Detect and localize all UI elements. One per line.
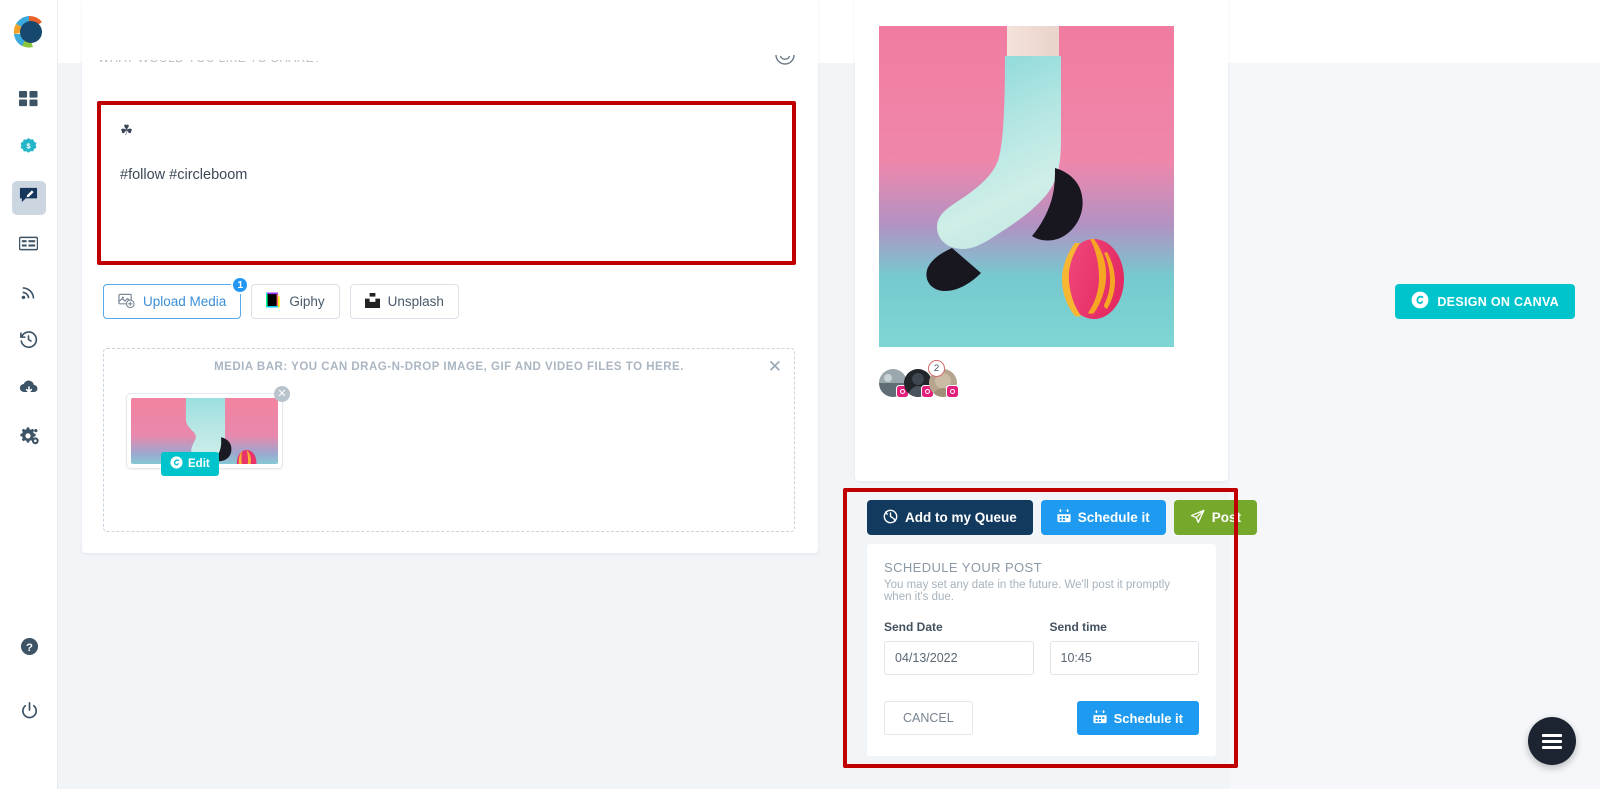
media-thumbnail[interactable]: ✕ Edit: [126, 386, 290, 476]
upload-media-label: Upload Media: [143, 294, 227, 309]
dollar-badge-icon: $: [19, 138, 38, 162]
upload-media-badge: 1: [231, 276, 250, 294]
send-time-input[interactable]: [1049, 641, 1199, 675]
send-time-label: Send time: [1049, 620, 1107, 634]
post-action-buttons: Add to my Queue Schedule it Post: [867, 500, 1258, 535]
media-bar[interactable]: MEDIA BAR: YOU CAN DRAG-N-DROP IMAGE, GI…: [103, 348, 795, 532]
schedule-submit-label: Schedule it: [1113, 710, 1183, 726]
svg-text:?: ?: [26, 642, 33, 654]
schedule-form-subtitle: You may set any date in the future. We'l…: [884, 579, 1171, 603]
schedule-form-title: SCHEDULE YOUR POST: [884, 560, 1042, 575]
close-icon[interactable]: ✕: [768, 358, 782, 375]
send-time-field: Send time: [1049, 620, 1199, 675]
add-to-queue-label: Add to my Queue: [905, 510, 1017, 525]
design-on-canva-label: DESIGN ON CANVA: [1437, 294, 1559, 309]
giphy-button[interactable]: Giphy: [251, 284, 340, 319]
circleboom-logo[interactable]: [9, 12, 49, 52]
design-on-canva-button[interactable]: DESIGN ON CANVA: [1395, 284, 1575, 319]
sidebar-item-dashboard[interactable]: [12, 85, 46, 119]
emoji-smiley-icon[interactable]: [772, 55, 798, 81]
schedule-form-footer: CANCEL Schedule it: [884, 701, 1199, 735]
left-sidebar: $ ?: [0, 0, 58, 789]
sidebar-item-downloads[interactable]: [12, 373, 46, 407]
menu-fab[interactable]: [1528, 717, 1576, 765]
sidebar-item-rss[interactable]: [12, 277, 46, 311]
media-bar-title: MEDIA BAR: YOU CAN DRAG-N-DROP IMAGE, GI…: [214, 361, 684, 373]
instagram-icon: [946, 385, 959, 398]
rss-icon: [20, 283, 38, 306]
composer-header-text: WHAT WOULD YOU LIKE TO SHARE?: [98, 60, 398, 65]
sidebar-item-history[interactable]: [12, 325, 46, 359]
schedule-form: SCHEDULE YOUR POST You may set any date …: [867, 544, 1216, 756]
sidebar-item-help[interactable]: ?: [12, 632, 46, 666]
calendar-icon: [1093, 709, 1107, 727]
gears-icon: [19, 426, 39, 451]
giphy-label: Giphy: [289, 294, 325, 309]
sidebar-item-logout[interactable]: [12, 696, 46, 730]
preview-panel: 2: [855, 0, 1228, 481]
unsplash-label: Unsplash: [387, 294, 444, 309]
upload-media-button[interactable]: Upload Media 1: [103, 276, 250, 319]
preview-image: [879, 26, 1174, 347]
media-source-buttons: Upload Media 1 Giphy Unsplash: [103, 276, 459, 319]
send-icon: [1190, 509, 1205, 527]
canva-icon: [170, 456, 183, 472]
sidebar-item-publish[interactable]: [11, 181, 46, 215]
question-circle-icon: ?: [20, 637, 39, 661]
send-date-input[interactable]: [884, 641, 1034, 675]
unsplash-button[interactable]: Unsplash: [349, 284, 459, 319]
post-now-label: Post: [1211, 510, 1242, 525]
schedule-it-tab-button[interactable]: Schedule it: [1040, 500, 1166, 535]
cloud-download-icon: [19, 378, 39, 403]
sidebar-items: $: [11, 78, 46, 462]
schedule-submit-button[interactable]: Schedule it: [1076, 701, 1199, 735]
composer-header-clipped: WHAT WOULD YOU LIKE TO SHARE?: [98, 60, 398, 74]
compose-icon: [19, 186, 38, 210]
image-upload-icon: [118, 292, 135, 312]
right-gutter: [1230, 63, 1600, 789]
selected-accounts: 2: [879, 360, 959, 398]
remove-media-icon[interactable]: ✕: [274, 386, 290, 402]
edit-media-button[interactable]: Edit: [161, 452, 219, 476]
app-root: $ ? ☘ #follow #circleboom Upload Media 1…: [0, 0, 1600, 789]
canva-icon: [1411, 291, 1429, 312]
hamburger-icon: [1542, 731, 1562, 752]
grid-icon: [19, 90, 38, 114]
post-text-editor[interactable]: ☘ #follow #circleboom: [101, 105, 792, 261]
send-date-field: Send Date: [884, 620, 1034, 675]
sidebar-item-billing[interactable]: $: [12, 133, 46, 167]
history-icon: [19, 330, 38, 354]
schedule-it-tab-label: Schedule it: [1077, 510, 1150, 525]
cancel-button[interactable]: CANCEL: [884, 701, 973, 735]
avatar[interactable]: 2: [904, 360, 945, 398]
send-date-label: Send Date: [884, 620, 943, 634]
post-now-button[interactable]: Post: [1173, 500, 1258, 535]
list-icon: [18, 234, 39, 258]
account-count-badge: 2: [928, 360, 945, 377]
calendar-icon: [1057, 509, 1071, 526]
sidebar-bottom: ?: [0, 625, 58, 737]
power-icon: [20, 701, 39, 725]
schedule-fields: Send Date Send time: [884, 620, 1199, 675]
sidebar-item-settings[interactable]: [12, 421, 46, 455]
avatar[interactable]: [879, 369, 909, 398]
queue-icon: [883, 509, 898, 527]
schedule-panel: Add to my Queue Schedule it Post SCHEDUL…: [855, 492, 1258, 764]
sidebar-item-queue[interactable]: [12, 229, 46, 263]
edit-media-label: Edit: [188, 458, 210, 470]
giphy-icon: [266, 292, 281, 311]
add-to-queue-button[interactable]: Add to my Queue: [867, 500, 1033, 535]
unsplash-icon: [364, 292, 380, 311]
